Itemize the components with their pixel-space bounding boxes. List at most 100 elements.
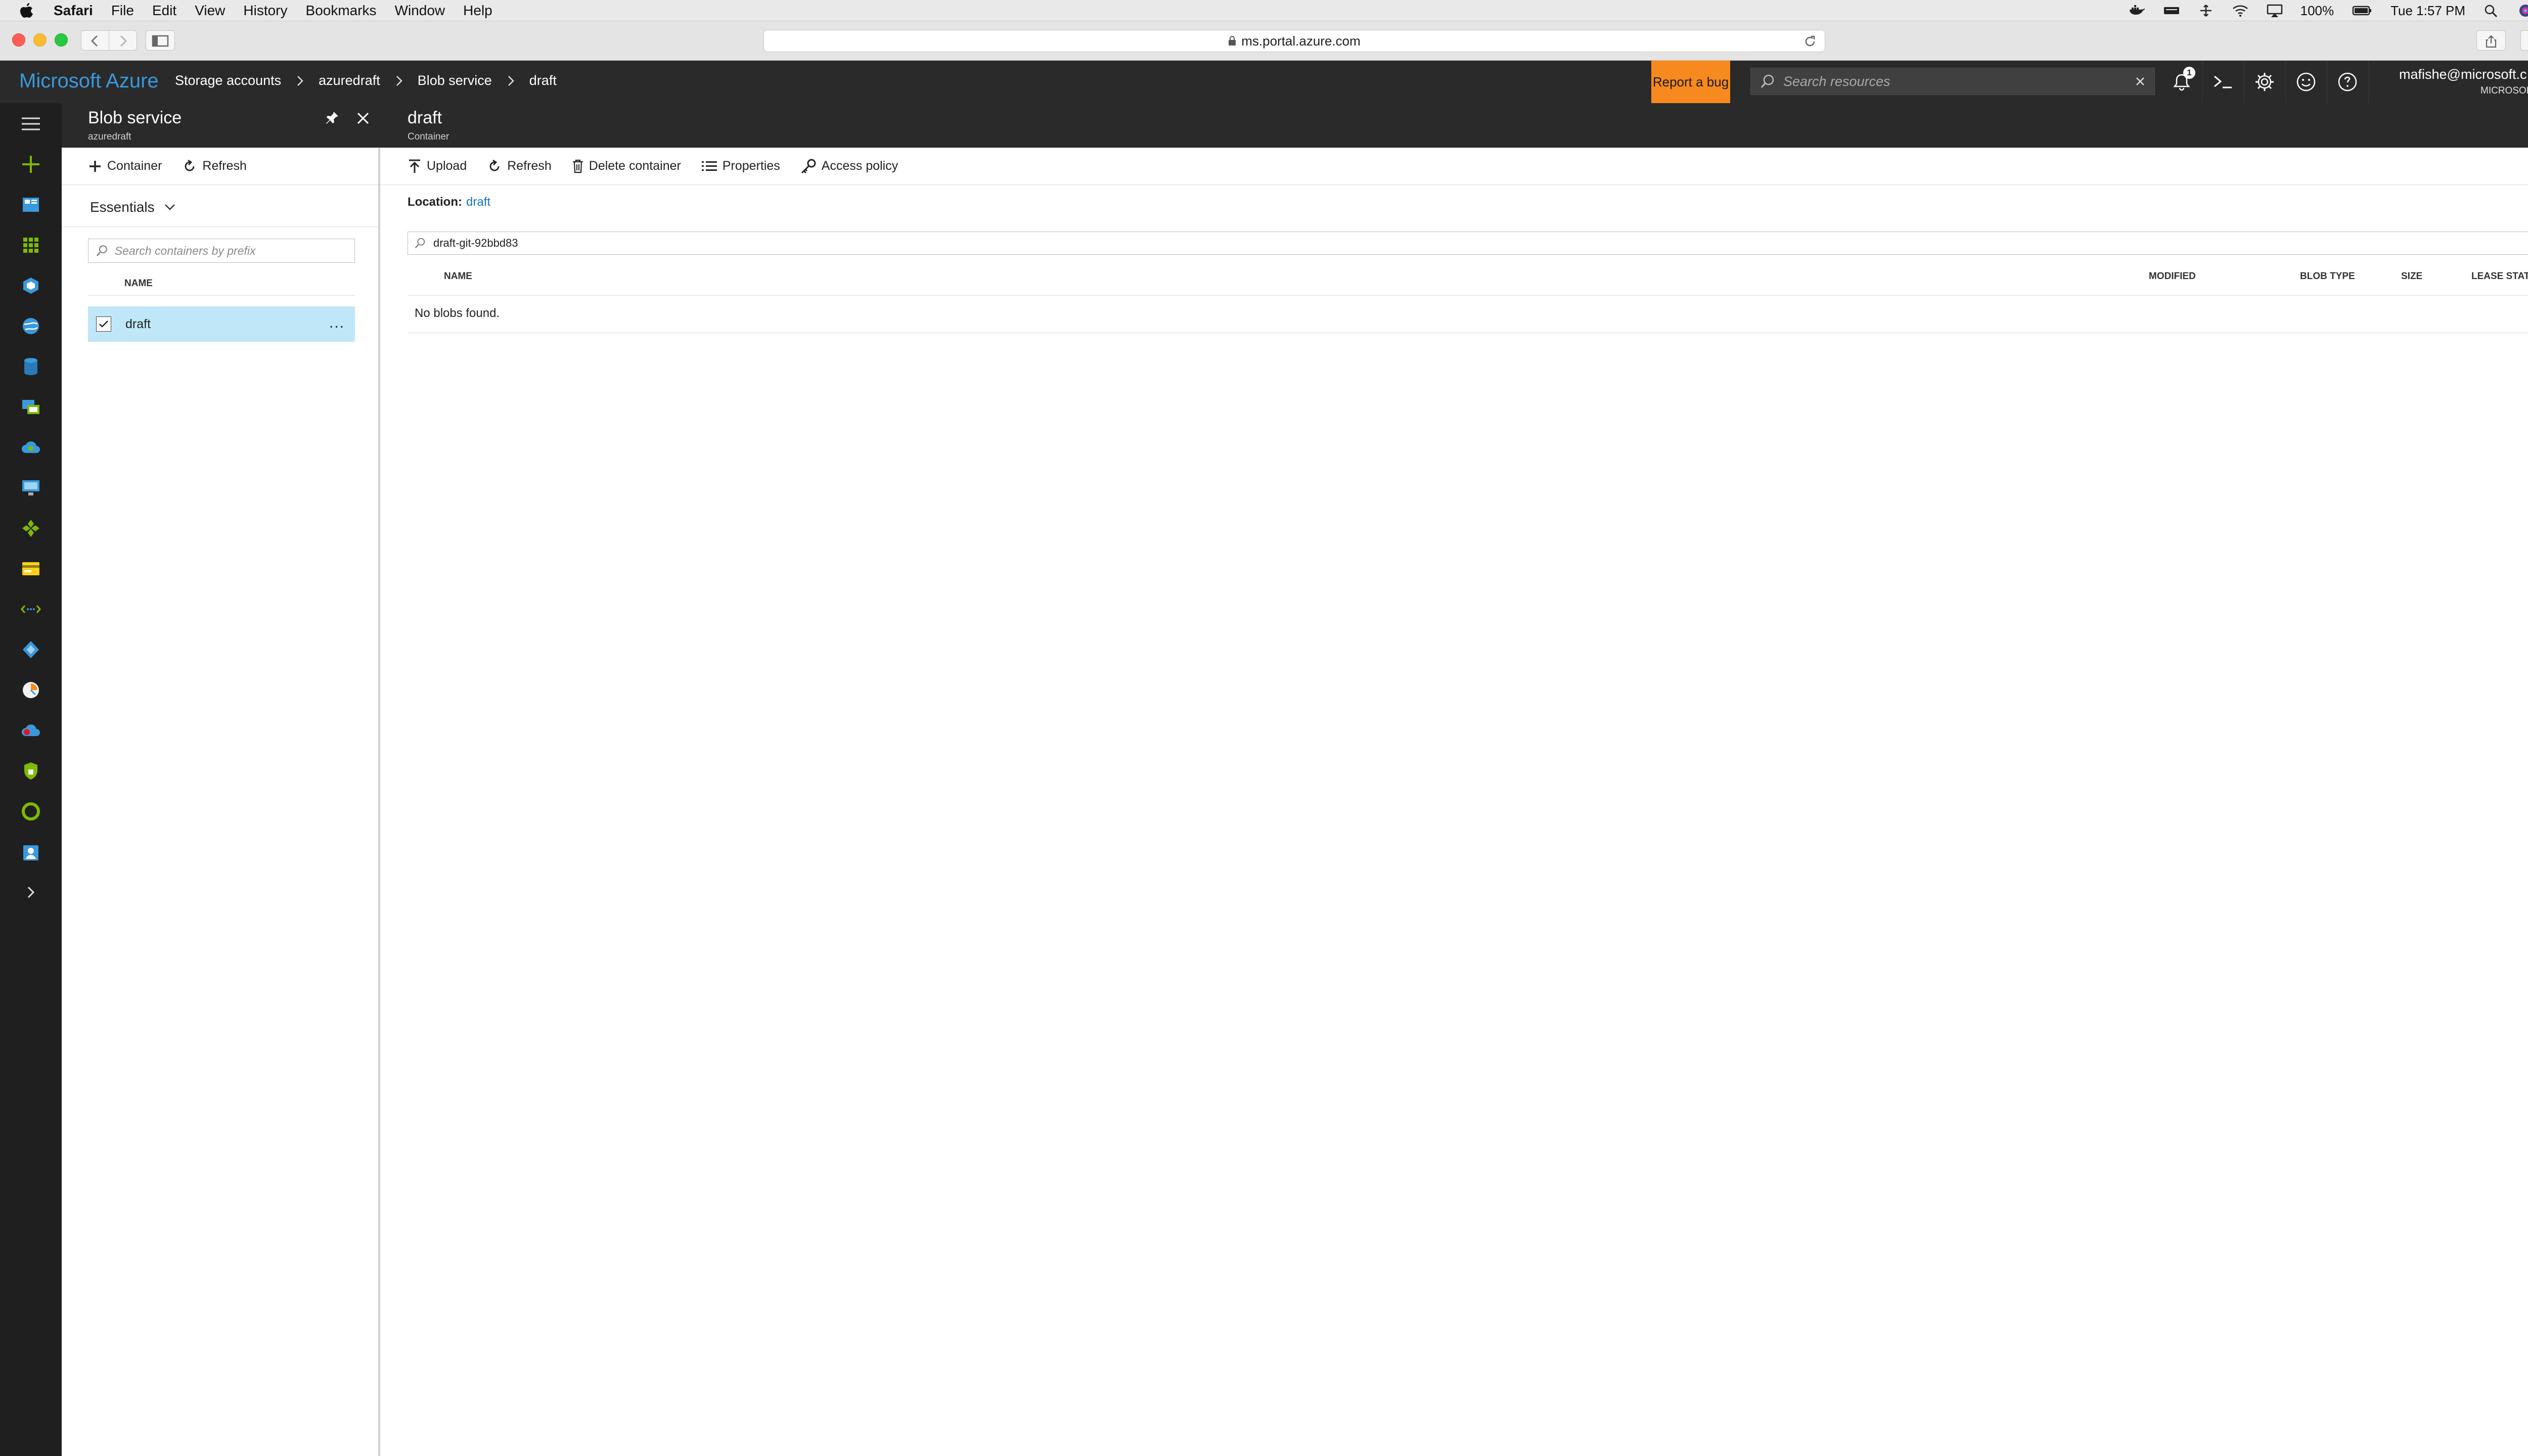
container-checkbox[interactable] — [96, 316, 111, 332]
rail-expand[interactable] — [0, 875, 62, 910]
rail-app-services[interactable] — [0, 308, 62, 344]
arrows-icon[interactable] — [2197, 4, 2215, 18]
wifi-icon[interactable] — [2232, 4, 2249, 18]
add-container-button[interactable]: Container — [88, 159, 162, 173]
airplay-icon[interactable] — [2266, 4, 2283, 18]
virtual-machines-icon — [22, 400, 39, 414]
rail-subscriptions[interactable] — [0, 551, 62, 586]
menu-help[interactable]: Help — [463, 3, 492, 19]
address-bar[interactable]: ms.portal.azure.com — [763, 30, 1825, 52]
menu-bookmarks[interactable]: Bookmarks — [306, 3, 377, 19]
breadcrumb-storage-accounts[interactable]: Storage accounts — [175, 73, 281, 88]
report-bug-button[interactable]: Report a bug — [1651, 61, 1730, 103]
menu-edit[interactable]: Edit — [152, 3, 176, 19]
breadcrumb: Storage accounts azuredraft Blob service… — [175, 73, 557, 88]
refresh-label: Refresh — [202, 159, 247, 173]
location-link[interactable]: draft — [466, 195, 490, 209]
column-header-size[interactable]: SIZE — [2401, 271, 2422, 282]
rail-create-resource[interactable] — [0, 147, 62, 182]
rail-azure-ad[interactable] — [0, 632, 62, 667]
azure-top-bar: Microsoft Azure Storage accounts azuredr… — [0, 61, 2528, 103]
sidebar-toggle-button[interactable] — [146, 30, 175, 51]
column-header-lease-state[interactable]: LEASE STATE — [2471, 271, 2528, 282]
upload-button[interactable]: Upload — [408, 159, 467, 174]
menu-app-safari[interactable]: Safari — [54, 3, 93, 19]
window-minimize-button[interactable] — [33, 33, 47, 47]
rail-all-resources[interactable] — [0, 228, 62, 263]
feedback-button[interactable] — [2285, 61, 2327, 103]
rail-cloud-services[interactable] — [0, 430, 62, 465]
breadcrumb-azuredraft[interactable]: azuredraft — [319, 73, 380, 88]
container-row-draft[interactable]: draft ... — [88, 306, 355, 342]
rail-dashboard[interactable] — [0, 187, 62, 222]
refresh-button[interactable]: Refresh — [487, 159, 552, 174]
rail-cloud[interactable] — [0, 713, 62, 748]
column-header-modified[interactable]: MODIFIED — [2149, 271, 2196, 282]
column-header-blob-type[interactable]: BLOB TYPE — [2300, 271, 2355, 282]
rail-virtual-networks[interactable] — [0, 592, 62, 627]
chevron-right-icon — [297, 75, 303, 86]
forward-button[interactable] — [109, 30, 137, 51]
menu-file[interactable]: File — [111, 3, 134, 19]
account-menu[interactable]: mafishe@microsoft.c... MICROSOFT — [2399, 67, 2528, 97]
column-header-name[interactable]: NAME — [444, 271, 472, 282]
rail-menu-button[interactable] — [0, 106, 62, 142]
column-header-name[interactable]: NAME — [124, 278, 153, 289]
search-icon — [1760, 74, 1774, 88]
battery-icon[interactable] — [2351, 4, 2373, 18]
rail-monitor[interactable] — [0, 470, 62, 506]
breadcrumb-blob-service[interactable]: Blob service — [418, 73, 492, 88]
more-options-button[interactable]: ... — [329, 314, 345, 332]
location-label: Location: — [408, 195, 462, 209]
close-icon[interactable] — [356, 111, 370, 125]
menu-view[interactable]: View — [195, 3, 225, 19]
rail-user[interactable] — [0, 834, 62, 870]
delete-container-button[interactable]: Delete container — [572, 159, 681, 173]
apple-icon[interactable] — [19, 2, 34, 19]
rail-sql-databases[interactable] — [0, 349, 62, 384]
keyboard-icon[interactable] — [2163, 4, 2180, 18]
access-policy-button[interactable]: Access policy — [800, 159, 898, 174]
cloud-shell-button[interactable] — [2202, 61, 2244, 103]
cloud-services-icon — [22, 441, 40, 453]
chevron-right-icon — [27, 886, 35, 898]
command-bar: Container Refresh — [62, 148, 378, 185]
properties-button[interactable]: Properties — [701, 159, 780, 173]
show-tabs-button[interactable] — [2520, 30, 2528, 51]
url-text: ms.portal.azure.com — [1241, 33, 1361, 49]
help-button[interactable] — [2327, 61, 2368, 103]
sidebar-icon — [152, 35, 169, 47]
close-icon[interactable] — [2134, 75, 2146, 87]
rail-advisor[interactable] — [0, 672, 62, 708]
rail-virtual-machines[interactable] — [0, 389, 62, 425]
chevron-down-icon — [164, 204, 175, 210]
search-resources-input[interactable] — [1782, 73, 2126, 90]
docker-icon[interactable] — [2129, 4, 2146, 18]
window-close-button[interactable] — [12, 33, 25, 47]
pin-icon[interactable] — [325, 110, 340, 125]
share-button[interactable] — [2476, 30, 2506, 51]
upload-icon — [409, 159, 420, 173]
trash-icon — [572, 159, 583, 173]
azure-brand-logo[interactable]: Microsoft Azure — [19, 70, 159, 93]
reload-icon[interactable] — [1803, 35, 1817, 48]
breadcrumb-draft[interactable]: draft — [529, 73, 557, 88]
rail-extensions[interactable] — [0, 511, 62, 546]
menu-window[interactable]: Window — [395, 3, 445, 19]
siri-icon[interactable] — [2517, 4, 2528, 18]
essentials-toggle[interactable]: Essentials — [90, 199, 176, 215]
help-icon — [2338, 72, 2357, 92]
rail-security[interactable] — [0, 753, 62, 789]
clock[interactable]: Tue 1:57 PM — [2390, 3, 2465, 19]
menu-history[interactable]: History — [243, 3, 287, 19]
rail-resource-groups[interactable] — [0, 268, 62, 303]
notifications-button[interactable]: 1 — [2161, 61, 2202, 103]
container-search-input[interactable] — [113, 243, 354, 258]
settings-button[interactable] — [2244, 61, 2285, 103]
blob-search-input[interactable] — [432, 236, 2528, 250]
refresh-button[interactable]: Refresh — [182, 159, 247, 174]
spotlight-icon[interactable] — [2482, 4, 2500, 18]
window-zoom-button[interactable] — [55, 33, 68, 47]
rail-o-circle[interactable] — [0, 794, 62, 829]
back-button[interactable] — [81, 30, 109, 51]
